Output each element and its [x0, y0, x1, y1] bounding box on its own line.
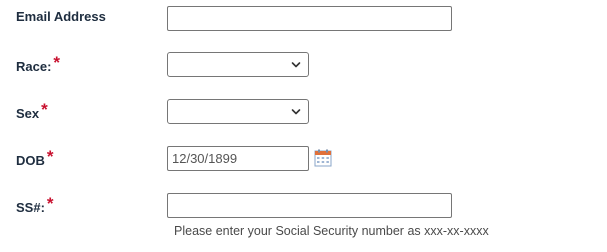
- dob-label: DOB *: [16, 147, 54, 170]
- sex-select[interactable]: [167, 99, 309, 124]
- sex-label: Sex *: [16, 100, 48, 123]
- ssn-help-text: Please enter your Social Security number…: [174, 224, 489, 238]
- ssn-required-marker: *: [46, 194, 54, 213]
- ssn-label: SS#: *: [16, 194, 54, 217]
- race-required-marker: *: [53, 53, 61, 72]
- dob-field[interactable]: [167, 146, 309, 171]
- dob-label-text: DOB: [16, 153, 45, 168]
- personal-info-form: Email Address Race: * Sex * DOB * 12/30/…: [0, 0, 607, 252]
- email-field[interactable]: [167, 6, 452, 31]
- email-label-text: Email Address: [16, 9, 106, 24]
- email-label: Email Address: [16, 9, 106, 24]
- calendar-icon[interactable]: [314, 149, 332, 167]
- ssn-field[interactable]: [167, 193, 452, 218]
- chevron-down-icon: [291, 62, 301, 68]
- ssn-label-text: SS#:: [16, 200, 45, 215]
- race-label: Race: *: [16, 53, 61, 76]
- chevron-down-icon: [291, 109, 301, 115]
- sex-label-text: Sex: [16, 106, 40, 121]
- dob-required-marker: *: [46, 147, 54, 166]
- race-label-text: Race:: [16, 59, 52, 74]
- sex-required-marker: *: [41, 100, 48, 119]
- race-select[interactable]: [167, 52, 309, 77]
